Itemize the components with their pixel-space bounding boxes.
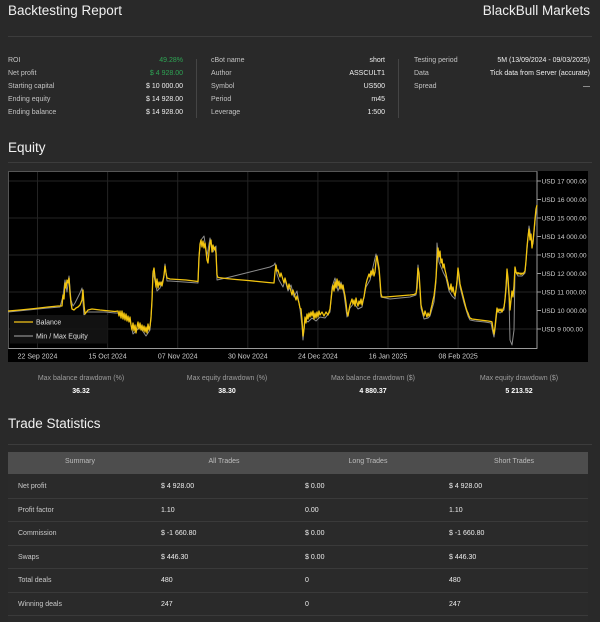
svg-text:08 Feb 2025: 08 Feb 2025 (438, 354, 477, 361)
svg-text:USD 14 000.00: USD 14 000.00 (542, 234, 587, 241)
svg-text:07 Nov 2024: 07 Nov 2024 (158, 354, 198, 361)
svg-text:Min / Max Equity: Min / Max Equity (36, 334, 88, 341)
svg-text:24 Dec 2024: 24 Dec 2024 (298, 354, 338, 361)
svg-text:USD 9 000.00: USD 9 000.00 (542, 326, 584, 333)
svg-text:16 Jan 2025: 16 Jan 2025 (369, 354, 408, 361)
svg-text:USD 17 000.00: USD 17 000.00 (542, 178, 587, 185)
svg-text:USD 13 000.00: USD 13 000.00 (542, 252, 587, 259)
svg-text:USD 11 000.00: USD 11 000.00 (542, 289, 587, 296)
svg-text:22 Sep 2024: 22 Sep 2024 (18, 354, 58, 361)
svg-text:15 Oct 2024: 15 Oct 2024 (89, 354, 127, 361)
svg-text:30 Nov 2024: 30 Nov 2024 (228, 354, 268, 361)
svg-text:USD 10 000.00: USD 10 000.00 (542, 308, 587, 315)
svg-text:USD 15 000.00: USD 15 000.00 (542, 215, 587, 222)
svg-text:USD 16 000.00: USD 16 000.00 (542, 197, 587, 204)
svg-text:Balance: Balance (36, 320, 61, 327)
svg-text:USD 12 000.00: USD 12 000.00 (542, 271, 587, 278)
